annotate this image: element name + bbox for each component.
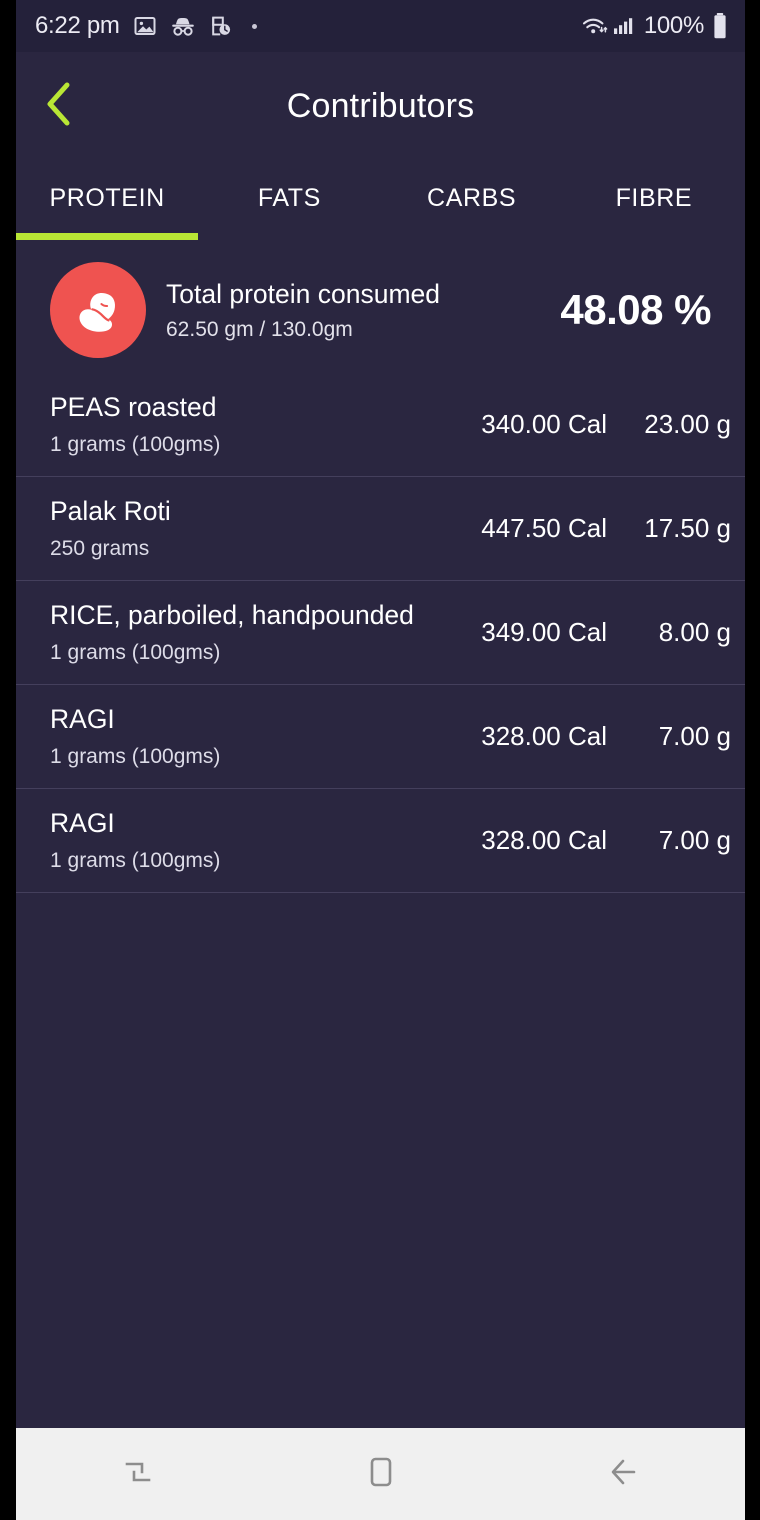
row-calories: 349.00 Cal (481, 617, 607, 647)
recents-icon (115, 1449, 161, 1500)
dot-indicator-icon (251, 23, 257, 29)
tab-fats-label: FATS (257, 183, 321, 212)
row-grams: 7.00 g (658, 825, 731, 855)
row-grams: 23.00 g (644, 409, 731, 439)
row-food-name: RAGI (50, 704, 115, 735)
row-quantity: 250 grams (50, 536, 150, 560)
battery-icon (711, 11, 729, 41)
row-grams: 17.50 g (644, 513, 731, 543)
table-row[interactable]: RAGI 1 grams (100gms) 328.00 Cal 7.00 g (16, 684, 745, 788)
recents-button[interactable] (83, 1428, 193, 1520)
back-button[interactable] (30, 77, 88, 135)
battery-percent-label: 100% (643, 12, 704, 39)
image-icon (133, 14, 157, 38)
document-clock-icon (209, 14, 233, 38)
back-nav-button[interactable] (569, 1428, 679, 1520)
status-bar-left: 6:22 pm (35, 12, 581, 40)
chevron-left-icon (39, 79, 79, 134)
tab-fats[interactable]: FATS (198, 160, 380, 248)
tab-protein-label: PROTEIN (49, 183, 165, 212)
app-header: Contributors (16, 52, 745, 160)
active-tab-indicator (16, 233, 198, 240)
row-grams: 7.00 g (658, 721, 731, 751)
row-calories: 340.00 Cal (481, 409, 607, 439)
home-icon (358, 1449, 404, 1500)
contributors-list: PEAS roasted 1 grams (100gms) 340.00 Cal… (16, 372, 745, 893)
tab-carbs-label: CARBS (427, 183, 517, 212)
phone-screen: 6:22 pm 100% Contributors PROTEIN FATS C… (16, 0, 745, 1520)
status-bar-right: 100% (581, 11, 729, 41)
tab-carbs[interactable]: CARBS (381, 160, 563, 248)
page-title: Contributors (286, 86, 475, 125)
table-row[interactable]: RAGI 1 grams (100gms) 328.00 Cal 7.00 g (16, 788, 745, 892)
row-text-group: PEAS roasted 1 grams (100gms) (50, 392, 437, 457)
tab-bar: PROTEIN FATS CARBS FIBRE (16, 160, 745, 248)
row-text-group: Palak Roti 250 grams (50, 496, 437, 561)
summary-title: Total protein consumed (166, 279, 440, 310)
table-row[interactable]: Palak Roti 250 grams 447.50 Cal 17.50 g (16, 476, 745, 580)
device-frame: 6:22 pm 100% Contributors PROTEIN FATS C… (0, 0, 760, 1520)
tab-fibre-label: FIBRE (615, 183, 693, 212)
back-arrow-icon (601, 1449, 647, 1500)
row-food-name: RAGI (50, 808, 115, 839)
row-quantity: 1 grams (100gms) (50, 744, 221, 768)
row-text-group: RAGI 1 grams (100gms) (50, 704, 437, 769)
row-calories: 328.00 Cal (481, 721, 607, 751)
summary-text-group: Total protein consumed 62.50 gm / 130.0g… (146, 278, 560, 341)
system-navigation-bar (16, 1428, 745, 1520)
row-text-group: RAGI 1 grams (100gms) (50, 808, 437, 873)
row-text-group: RICE, parboiled, handpounded 1 grams (10… (50, 600, 437, 665)
bean-icon (50, 262, 146, 358)
row-quantity: 1 grams (100gms) (50, 848, 221, 872)
summary-subtitle: 62.50 gm / 130.0gm (166, 317, 353, 341)
row-food-name: RICE, parboiled, handpounded (50, 600, 414, 631)
home-button[interactable] (326, 1428, 436, 1520)
summary-card: Total protein consumed 62.50 gm / 130.0g… (16, 248, 745, 372)
wifi-icon (581, 14, 608, 38)
cellular-signal-icon (612, 14, 634, 38)
row-food-name: PEAS roasted (50, 392, 217, 423)
row-quantity: 1 grams (100gms) (50, 640, 221, 664)
row-food-name: Palak Roti (50, 496, 171, 527)
table-row[interactable]: RICE, parboiled, handpounded 1 grams (10… (16, 580, 745, 684)
row-grams: 8.00 g (658, 617, 731, 647)
row-calories: 328.00 Cal (481, 825, 607, 855)
table-row[interactable]: PEAS roasted 1 grams (100gms) 340.00 Cal… (16, 372, 745, 476)
incognito-icon (170, 14, 196, 38)
row-quantity: 1 grams (100gms) (50, 432, 221, 456)
status-bar: 6:22 pm 100% (16, 0, 745, 52)
status-time: 6:22 pm (35, 12, 120, 39)
tab-fibre[interactable]: FIBRE (563, 160, 745, 248)
list-end-divider (16, 892, 745, 893)
summary-percent: 48.08 % (560, 286, 711, 333)
row-calories: 447.50 Cal (481, 513, 607, 543)
